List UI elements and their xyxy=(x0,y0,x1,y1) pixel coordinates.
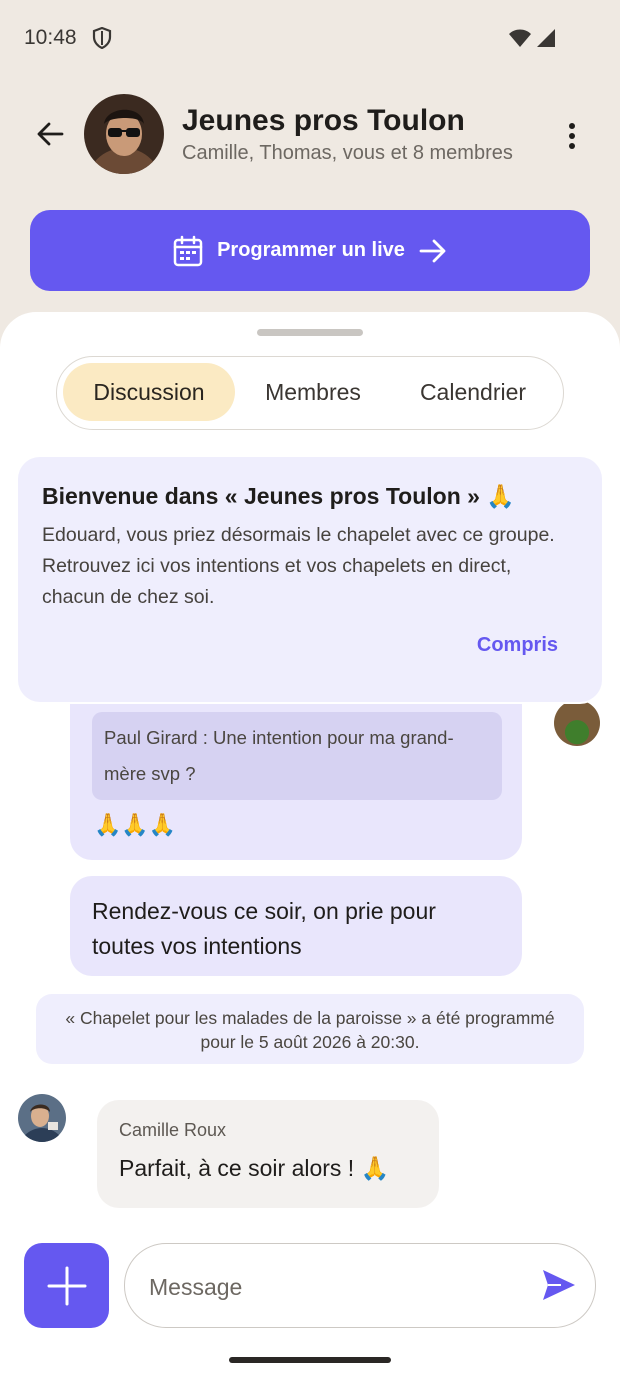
group-members-summary: Camille, Thomas, vous et 8 membres xyxy=(182,142,513,164)
drag-handle[interactable] xyxy=(257,329,363,336)
avatar[interactable] xyxy=(554,700,600,746)
message-input[interactable] xyxy=(147,1266,521,1308)
more-options-button[interactable] xyxy=(556,116,588,156)
wifi-icon xyxy=(508,28,532,53)
message-text: Parfait, à ce soir alors ! 🙏 xyxy=(119,1155,390,1181)
send-icon xyxy=(543,1270,575,1300)
system-notice: « Chapelet pour les malades de la parois… xyxy=(36,994,584,1064)
shield-icon xyxy=(92,26,112,54)
avatar[interactable] xyxy=(18,1094,66,1142)
dot-icon xyxy=(569,123,575,129)
schedule-live-label: Programmer un live xyxy=(217,239,405,261)
tab-membres[interactable]: Membres xyxy=(243,363,383,421)
tab-calendrier[interactable]: Calendrier xyxy=(393,363,553,421)
signal-icon xyxy=(536,28,556,53)
message-bubble[interactable]: Rendez-vous ce soir, on prie pour toutes… xyxy=(70,876,522,976)
send-button[interactable] xyxy=(541,1268,581,1304)
arrow-right-icon xyxy=(419,239,446,262)
arrow-left-icon xyxy=(37,122,64,146)
welcome-title: Bienvenue dans « Jeunes pros Toulon » 🙏 xyxy=(42,483,515,509)
chat-sheet: Discussion Membres Calendrier Bienvenue … xyxy=(0,312,620,1378)
dot-icon xyxy=(569,133,575,139)
dot-icon xyxy=(569,143,575,149)
welcome-card: Bienvenue dans « Jeunes pros Toulon » 🙏 … xyxy=(18,457,602,702)
sender-name: Camille Roux xyxy=(119,1120,227,1140)
status-time: 10:48 xyxy=(24,26,77,49)
welcome-body: Edouard, vous priez désormais le chapele… xyxy=(42,524,555,608)
tab-bar: Discussion Membres Calendrier xyxy=(56,356,564,430)
status-bar: 10:48 xyxy=(0,0,620,78)
add-attachment-button[interactable] xyxy=(24,1243,109,1328)
group-avatar[interactable] xyxy=(84,94,164,174)
message-bubble[interactable]: Camille Roux Parfait, à ce soir alors ! … xyxy=(97,1100,439,1208)
message-composer xyxy=(124,1243,596,1328)
back-button[interactable] xyxy=(30,114,70,154)
tab-discussion[interactable]: Discussion xyxy=(63,363,235,421)
dismiss-welcome-button[interactable]: Compris xyxy=(477,634,558,657)
schedule-live-button[interactable]: Programmer un live xyxy=(30,210,590,291)
group-title: Jeunes pros Toulon xyxy=(182,104,465,137)
chat-header: Jeunes pros Toulon Camille, Thomas, vous… xyxy=(0,86,620,186)
plus-icon xyxy=(47,1266,86,1305)
quoted-message[interactable]: Paul Girard : Une intention pour ma gran… xyxy=(92,712,502,800)
calendar-icon xyxy=(173,235,203,266)
message-text: 🙏🙏🙏 xyxy=(94,812,177,837)
home-indicator[interactable] xyxy=(229,1357,391,1363)
